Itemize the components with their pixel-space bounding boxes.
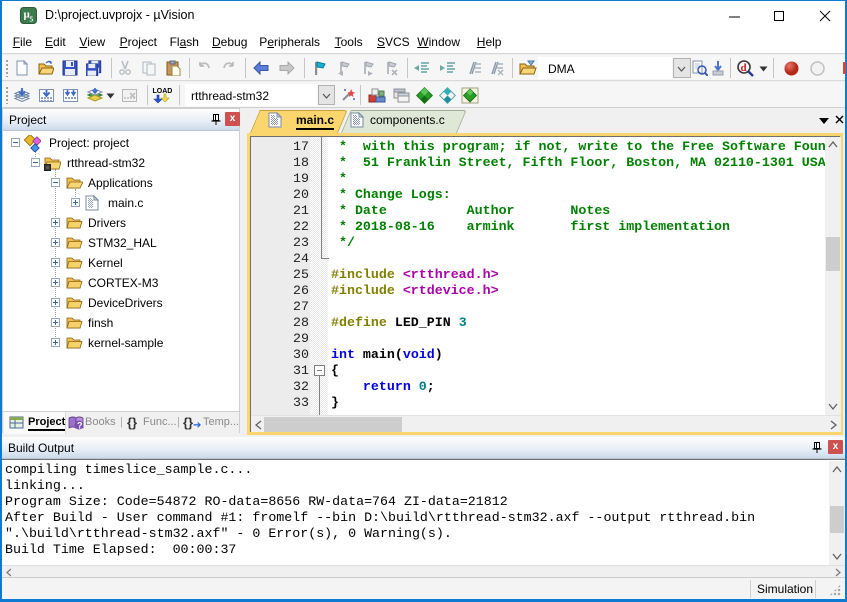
svg-text:?: ?	[77, 421, 83, 431]
svg-text:d: d	[741, 62, 747, 74]
svg-text:LOAD: LOAD	[153, 88, 173, 95]
svg-text:5: 5	[30, 15, 34, 24]
